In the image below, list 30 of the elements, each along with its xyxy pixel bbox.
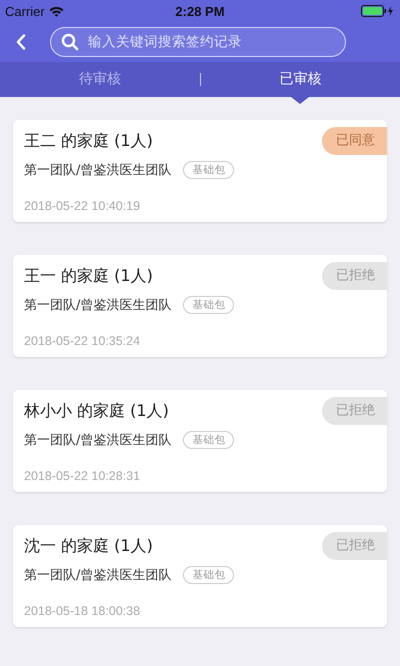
package-tag: 基础包 [183,296,234,314]
status-badge: 已拒绝 [322,532,387,560]
record-time: 2018-05-22 10:35:24 [24,334,142,348]
package-tag: 基础包 [183,566,234,584]
team-name: 第一团队/曾鉴洪医生团队 [24,162,172,179]
search-field[interactable]: 输入关键词搜索签约记录 [50,27,346,57]
status-badge: 已同意 [322,127,387,155]
status-badge: 已拒绝 [322,397,387,425]
record-card[interactable]: 林小小 的家庭 (1人) 已拒绝 第一团队/曾鉴洪医生团队 基础包 2018-05-22 10:28:31 [13,390,387,492]
team-name: 第一团队/曾鉴洪医生团队 [24,432,172,449]
clock-time: 2:28 PM [175,4,225,18]
carrier-name: Carrier [5,4,45,18]
record-card[interactable]: 沈一 的家庭 (1人) 已拒绝 第一团队/曾鉴洪医生团队 基础包 2018-05-18 18:00:38 [13,525,387,627]
family-title: 王二 的家庭 (1人) [24,130,153,152]
record-time: 2018-05-22 10:40:19 [24,199,142,213]
family-title: 王一 的家庭 (1人) [24,266,153,286]
team-name: 第一团队/曾鉴洪医生团队 [24,297,172,314]
battery-icon [360,5,395,17]
tab[interactable]: 已审核 [200,62,400,97]
family-title: 沈一 的家庭 (1人) [24,536,153,556]
record-card[interactable]: 王二 的家庭 (1人) 已同意 第一团队/曾鉴洪医生团队 基础包 2018-05-22 10:40:19 [13,120,387,222]
record-card[interactable]: 王一 的家庭 (1人) 已拒绝 第一团队/曾鉴洪医生团队 基础包 2018-05-22 10:35:24 [13,255,387,357]
record-time: 2018-05-18 18:00:38 [24,604,142,618]
family-title: 林小小 的家庭 (1人) [24,400,169,422]
record-time: 2018-05-22 10:28:31 [24,469,142,483]
package-tag: 基础包 [183,431,234,449]
wifi-icon [48,6,64,16]
status-badge: 已拒绝 [322,262,387,290]
package-tag: 基础包 [183,161,234,179]
team-name: 第一团队/曾鉴洪医生团队 [24,567,172,584]
